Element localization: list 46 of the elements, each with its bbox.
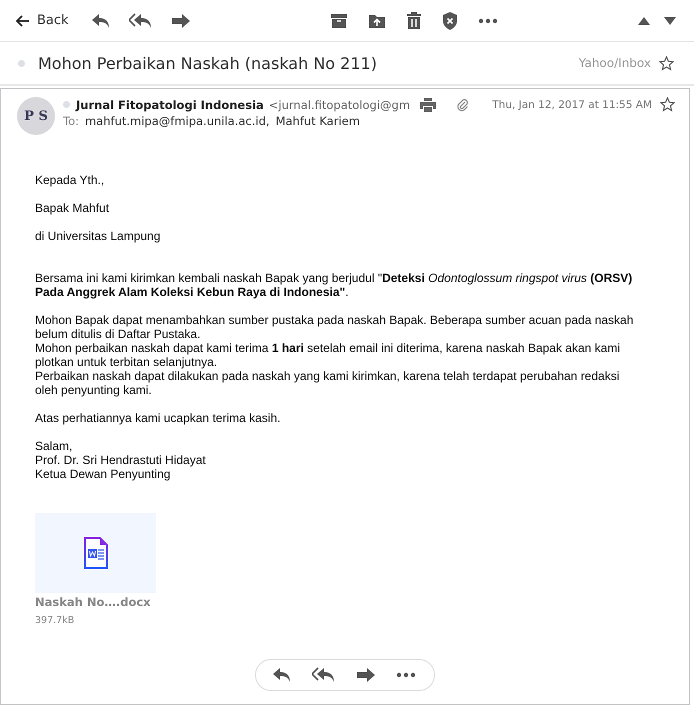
unread-dot-icon bbox=[63, 101, 70, 108]
forward-icon[interactable] bbox=[356, 667, 376, 683]
paperclip-icon bbox=[456, 98, 470, 112]
attachment-thumbnail[interactable] bbox=[35, 513, 156, 593]
forward-icon[interactable] bbox=[170, 12, 191, 28]
move-to-folder-icon[interactable] bbox=[368, 12, 386, 28]
print-icon[interactable] bbox=[420, 98, 436, 112]
body-text: Prof. Dr. Sri Hendrastuti Hidayat bbox=[35, 453, 207, 467]
more-icon[interactable] bbox=[478, 18, 498, 24]
unread-dot-icon bbox=[18, 60, 25, 66]
previous-icon[interactable] bbox=[638, 16, 650, 24]
spam-shield-icon[interactable] bbox=[442, 12, 458, 30]
body-text: Mohon Bapak dapat menambahkan sumber pustaka pada naskah Bapak. Beberapa sumber acuan pada naskah belum ditulis di Daftar Pustaka. bbox=[35, 313, 634, 341]
sender-avatar: P S bbox=[17, 97, 55, 135]
back-arrow-icon bbox=[16, 14, 30, 26]
to-label: To: bbox=[63, 114, 79, 128]
reply-icon[interactable] bbox=[272, 667, 292, 683]
body-text: Ketua Dewan Penyunting bbox=[35, 467, 172, 481]
sender-email: <jurnal.fitopatologi@gm bbox=[268, 98, 410, 112]
body-text: Perbaikan naskah dapat dilakukan pada naskah yang kami kirimkan, karena telah terdapat perubahan redaksi oleh penyunting kami. bbox=[35, 369, 620, 397]
sender-name: Jurnal Fitopatologi Indonesia bbox=[76, 98, 264, 112]
body-text: Salam, bbox=[35, 439, 74, 453]
reply-all-icon[interactable] bbox=[128, 12, 153, 28]
body-text: Mohon perbaikan naskah dapat kami terima 1 hari setelah email ini diterima, karena naskah Bapak akan kami plotkan untuk terbitan selanjutnya. bbox=[35, 341, 621, 369]
word-document-icon bbox=[84, 537, 108, 569]
reply-icon[interactable] bbox=[90, 12, 111, 28]
body-text: Kepada Yth., bbox=[35, 173, 106, 187]
email-date: Thu, Jan 12, 2017 at 11:55 AM bbox=[492, 98, 652, 110]
star-icon[interactable] bbox=[659, 56, 674, 70]
more-icon[interactable] bbox=[396, 672, 416, 678]
body-text: di Universitas Lampung bbox=[35, 229, 162, 243]
star-icon[interactable] bbox=[660, 97, 675, 112]
recipient[interactable]: mahfut.mipa@fmipa.unila.ac.id, bbox=[84, 114, 270, 128]
back-button[interactable]: Back bbox=[16, 13, 69, 28]
attachment-name[interactable]: Naskah No….docx bbox=[35, 595, 151, 609]
next-icon[interactable] bbox=[664, 16, 676, 24]
recipient[interactable]: Mahfut Kariem bbox=[276, 114, 360, 128]
delete-icon[interactable] bbox=[406, 12, 422, 29]
body-text: Bersama ini kami kirimkan kembali naskah Bapak yang berjudul "Deteksi Odontoglossum ringspot virus (ORSV) Pada Anggrek Alam Koleksi Kebun Raya di Indonesia". bbox=[35, 271, 634, 299]
archive-icon[interactable] bbox=[330, 12, 348, 28]
reply-all-icon[interactable] bbox=[312, 667, 336, 683]
folder-label: Yahoo/Inbox bbox=[578, 56, 651, 70]
attachment-size: 397.7kB bbox=[35, 615, 74, 626]
body-text: Atas perhatiannya kami ucapkan terima kasih. bbox=[35, 411, 282, 425]
body-text: Bapak Mahfut bbox=[35, 201, 110, 215]
email-subject: Mohon Perbaikan Naskah (naskah No 211) bbox=[38, 54, 377, 72]
